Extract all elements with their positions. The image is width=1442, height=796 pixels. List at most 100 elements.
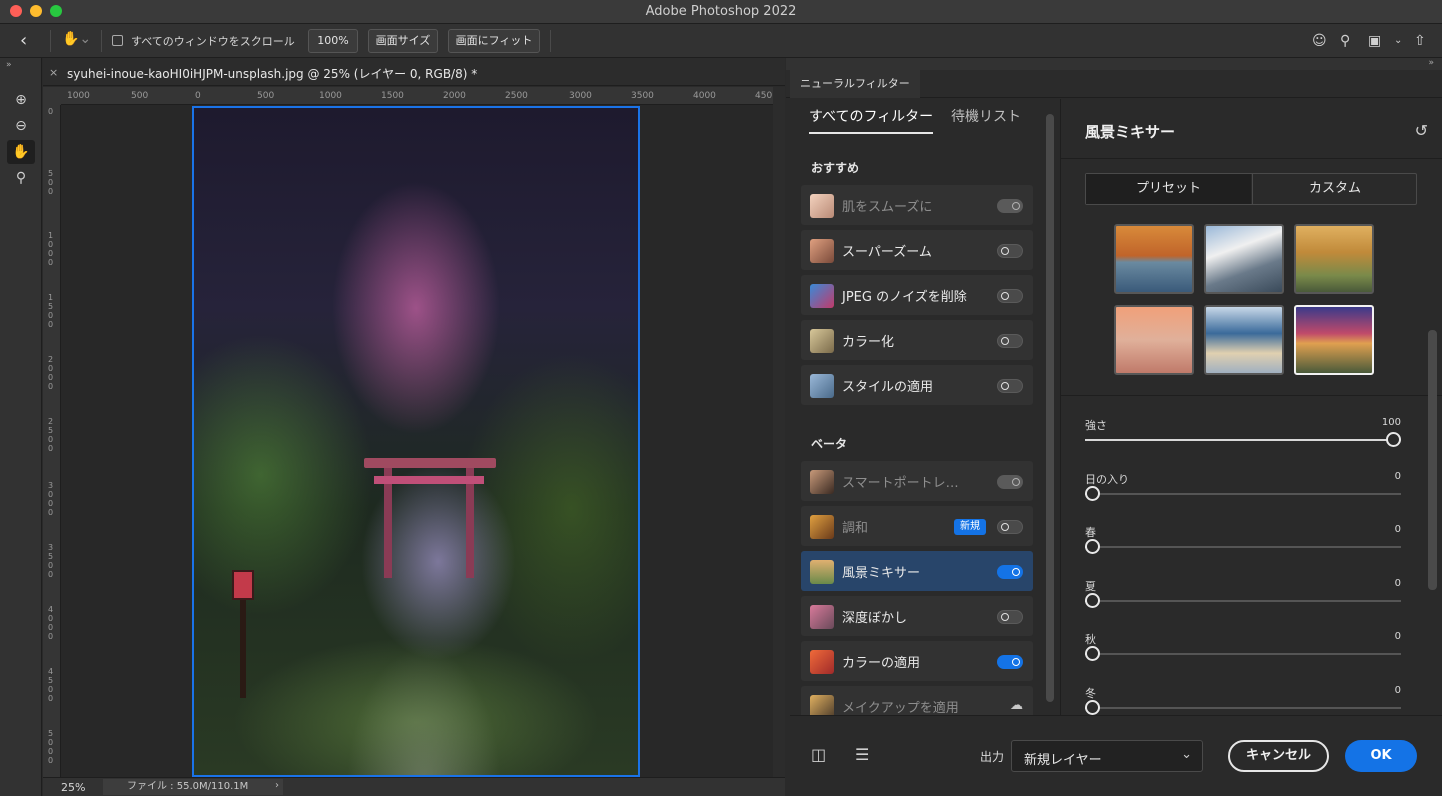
segment-custom[interactable]: カスタム bbox=[1252, 174, 1417, 204]
preset-thumbnail-selected[interactable] bbox=[1294, 305, 1374, 375]
filter-toggle[interactable] bbox=[997, 565, 1023, 579]
preset-thumbnail[interactable] bbox=[1204, 305, 1284, 375]
slider-track[interactable] bbox=[1085, 653, 1401, 655]
zoom-100-button[interactable]: 100% bbox=[308, 29, 358, 53]
segment-preset[interactable]: プリセット bbox=[1086, 174, 1251, 204]
filter-makeup-transfer[interactable]: メイクアップを適用 ☁ bbox=[801, 686, 1033, 715]
preset-thumbnail[interactable] bbox=[1114, 305, 1194, 375]
image-torii-pillar bbox=[466, 468, 474, 578]
ruler-tick: 4000 bbox=[48, 605, 54, 641]
canvas-image[interactable] bbox=[192, 106, 640, 777]
subtract-from-selection-icon[interactable]: ⊖ bbox=[7, 114, 35, 138]
filter-toggle[interactable] bbox=[997, 655, 1023, 669]
filter-toggle[interactable] bbox=[997, 610, 1023, 624]
reset-icon[interactable]: ↺ bbox=[1415, 121, 1428, 140]
filter-label: JPEG のノイズを削除 bbox=[842, 290, 967, 305]
slider-thumb[interactable] bbox=[1085, 486, 1100, 501]
preset-thumbnail[interactable] bbox=[1204, 224, 1284, 294]
fit-on-screen-button[interactable]: 画面にフィット bbox=[448, 29, 540, 53]
ruler-tick: 450 bbox=[755, 91, 773, 101]
filter-toggle[interactable] bbox=[997, 379, 1023, 393]
slider-thumb[interactable] bbox=[1085, 700, 1100, 715]
collapse-icon[interactable]: » bbox=[1428, 58, 1434, 68]
chevron-right-icon[interactable]: › bbox=[275, 780, 279, 791]
tab-all-filters[interactable]: すべてのフィルター bbox=[809, 106, 933, 126]
slider-thumb[interactable] bbox=[1085, 539, 1100, 554]
filter-skin-smoothing[interactable]: 肌をスムーズに bbox=[801, 185, 1033, 225]
filter-super-zoom[interactable]: スーパーズーム bbox=[801, 230, 1033, 270]
ruler-tick: 2500 bbox=[505, 91, 528, 101]
settings-title: 風景ミキサー bbox=[1085, 123, 1176, 141]
slider-track[interactable] bbox=[1085, 707, 1401, 709]
fit-screen-size-button[interactable]: 画面サイズ bbox=[368, 29, 438, 53]
file-size-info[interactable]: ファイル : 55.0M/110.1M bbox=[103, 779, 283, 795]
filter-label: 調和 bbox=[842, 521, 869, 536]
ok-button[interactable]: OK bbox=[1345, 740, 1417, 772]
filter-depth-blur[interactable]: 深度ぼかし bbox=[801, 596, 1033, 636]
filter-toggle[interactable] bbox=[997, 475, 1023, 489]
filter-toggle[interactable] bbox=[997, 520, 1023, 534]
zoom-level[interactable]: 25% bbox=[61, 781, 85, 794]
filter-label: 風景ミキサー bbox=[842, 566, 921, 581]
cancel-button[interactable]: キャンセル bbox=[1228, 740, 1329, 772]
filter-smart-portrait[interactable]: スマートポートレ… bbox=[801, 461, 1033, 501]
ruler-tick: 1000 bbox=[67, 91, 90, 101]
output-value: 新規レイヤー bbox=[1024, 753, 1102, 768]
image-torii-crossbar bbox=[374, 476, 484, 484]
zoom-tool-icon[interactable]: ⚲ bbox=[7, 166, 35, 190]
slider-track[interactable] bbox=[1085, 493, 1401, 495]
filter-color-transfer[interactable]: カラーの適用 bbox=[801, 641, 1033, 681]
ruler-tick: 2000 bbox=[443, 91, 466, 101]
document-tab[interactable]: × syuhei-inoue-kaoHI0iHJPM-unsplash.jpg … bbox=[43, 58, 785, 86]
preset-thumbnail[interactable] bbox=[1114, 224, 1194, 294]
slider-track[interactable] bbox=[1085, 546, 1401, 548]
filter-style-transfer[interactable]: スタイルの適用 bbox=[801, 365, 1033, 405]
filter-label: カラー化 bbox=[842, 335, 895, 350]
close-document-icon[interactable]: × bbox=[49, 66, 58, 79]
filter-toggle[interactable] bbox=[997, 334, 1023, 348]
filter-colorize[interactable]: カラー化 bbox=[801, 320, 1033, 360]
makeup-transfer-icon bbox=[810, 695, 834, 715]
output-select[interactable]: 新規レイヤー ⌄ bbox=[1011, 740, 1203, 772]
slider-value: 0 bbox=[1394, 631, 1401, 642]
export-share-icon[interactable]: ⇧ bbox=[1414, 32, 1426, 50]
collapse-icon[interactable]: » bbox=[6, 60, 12, 70]
workspace-icon[interactable]: ▣ bbox=[1368, 32, 1381, 50]
add-to-selection-icon[interactable]: ⊕ bbox=[7, 88, 35, 112]
chevron-down-icon[interactable]: ⌄ bbox=[1394, 32, 1402, 50]
cloud-download-icon[interactable]: ☁ bbox=[1010, 698, 1023, 713]
share-user-icon[interactable]: ☺ bbox=[1312, 32, 1327, 50]
slider-label: 夏 bbox=[1085, 580, 1096, 593]
slider-label: 秋 bbox=[1085, 633, 1096, 646]
tab-neural-filters[interactable]: ニューラルフィルター bbox=[790, 70, 920, 98]
ruler-tick: 500 bbox=[48, 169, 54, 196]
output-label: 出力 bbox=[980, 750, 1005, 764]
scroll-all-windows-checkbox[interactable] bbox=[112, 35, 123, 46]
canvas-scrollbar[interactable] bbox=[773, 87, 785, 777]
document-canvas[interactable] bbox=[61, 105, 773, 777]
hand-tool-preset-icon[interactable]: ✋⌄ bbox=[62, 31, 91, 47]
filter-label: スマートポートレ… bbox=[842, 476, 959, 491]
slider-value: 0 bbox=[1394, 471, 1401, 482]
settings-scrollbar[interactable] bbox=[1428, 330, 1437, 590]
back-icon[interactable]: ‹ bbox=[20, 31, 40, 51]
harmonization-icon bbox=[810, 515, 834, 539]
slider-track[interactable] bbox=[1085, 600, 1401, 602]
filter-toggle[interactable] bbox=[997, 199, 1023, 213]
preset-thumbnail[interactable] bbox=[1294, 224, 1374, 294]
search-icon[interactable]: ⚲ bbox=[1340, 32, 1350, 50]
layers-preview-icon[interactable]: ☰ bbox=[855, 745, 869, 764]
filter-toggle[interactable] bbox=[997, 289, 1023, 303]
slider-thumb[interactable] bbox=[1085, 593, 1100, 608]
slider-thumb[interactable] bbox=[1085, 646, 1100, 661]
before-after-icon[interactable]: ◫ bbox=[811, 745, 826, 764]
filter-jpeg-artifact-removal[interactable]: JPEG のノイズを削除 bbox=[801, 275, 1033, 315]
filter-list-scrollbar[interactable] bbox=[1046, 114, 1054, 702]
hand-tool-icon[interactable]: ✋ bbox=[7, 140, 35, 164]
filter-toggle[interactable] bbox=[997, 244, 1023, 258]
tab-waitlist[interactable]: 待機リスト bbox=[951, 106, 1021, 126]
filter-harmonization[interactable]: 調和 新規 bbox=[801, 506, 1033, 546]
filter-landscape-mixer[interactable]: 風景ミキサー bbox=[801, 551, 1033, 591]
divider bbox=[101, 30, 102, 52]
slider-thumb[interactable] bbox=[1386, 432, 1401, 447]
